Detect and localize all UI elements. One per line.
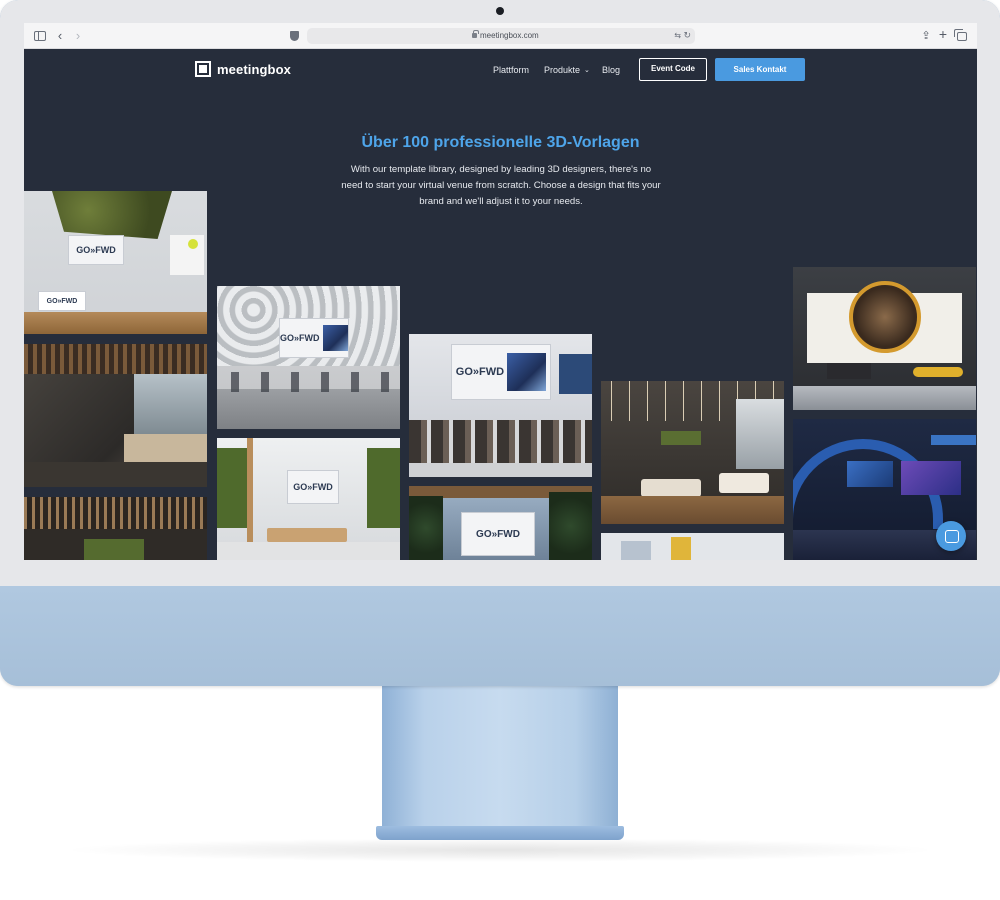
template-tile[interactable] xyxy=(601,381,784,524)
wooden-floor xyxy=(601,496,784,524)
shield-icon[interactable] xyxy=(290,31,299,41)
screen-photo xyxy=(507,353,547,391)
seats xyxy=(409,463,592,477)
template-tile[interactable]: GO»FWD xyxy=(409,486,592,560)
brand-text: GO»FWD xyxy=(76,244,116,255)
wooden-slats xyxy=(24,497,207,529)
meeting-screen: GO»FWD xyxy=(287,470,339,504)
template-tile[interactable] xyxy=(24,344,207,487)
booth-panel xyxy=(621,541,651,560)
round-screen xyxy=(849,281,921,353)
wooden-floor xyxy=(24,312,207,334)
tree xyxy=(409,496,443,560)
new-tab-icon[interactable]: + xyxy=(937,27,949,41)
logo[interactable]: meetingbox xyxy=(195,60,291,78)
logo-text: meetingbox xyxy=(217,61,291,77)
chevron-down-icon: ⌄ xyxy=(584,67,590,74)
hero-description: With our template library, designed by l… xyxy=(341,164,661,207)
booth-panel xyxy=(671,537,691,560)
nav-link-produkte-label: Produkte xyxy=(544,65,581,75)
counter xyxy=(827,363,871,379)
monitor-chin xyxy=(0,586,1000,686)
audience xyxy=(217,372,400,392)
logo-icon xyxy=(195,61,211,77)
back-icon[interactable]: ‹ xyxy=(54,29,66,43)
brand-text: GO»FWD xyxy=(46,297,78,305)
browser-window: ‹ › meetingbox.com ⇆ ↻ ⇪ + meetingbox Pl… xyxy=(24,23,977,560)
sales-contact-button[interactable]: Sales Kontakt xyxy=(715,58,805,81)
display-screen xyxy=(847,461,893,487)
logo-wall xyxy=(170,235,204,275)
template-tile[interactable] xyxy=(24,497,207,560)
chat-icon[interactable] xyxy=(936,521,966,551)
nav-link-produkte[interactable]: Produkte ⌄ xyxy=(544,64,590,78)
reload-icon[interactable]: ↻ xyxy=(683,29,691,42)
template-tile[interactable]: GO»FWD GO»FWD xyxy=(24,191,207,334)
green-counter xyxy=(661,431,701,445)
wooden-slats xyxy=(24,344,207,374)
nav-link-blog[interactable]: Blog xyxy=(602,64,620,76)
stage-screen: GO»FWD xyxy=(279,318,349,358)
meeting-table xyxy=(267,528,347,542)
outdoor-screen: GO»FWD xyxy=(461,512,535,556)
nav-link-plattform[interactable]: Plattform xyxy=(493,64,529,76)
green-wall-panel xyxy=(52,191,172,239)
share-icon[interactable]: ⇪ xyxy=(920,29,932,43)
screen-photo xyxy=(322,324,348,352)
monitor-stand xyxy=(382,686,618,828)
brand-text: GO»FWD xyxy=(293,481,333,492)
address-bar[interactable]: meetingbox.com ⇆ ↻ xyxy=(307,28,695,44)
seats xyxy=(913,367,963,377)
floor xyxy=(217,542,400,560)
window xyxy=(736,399,784,469)
green-counter xyxy=(84,539,144,560)
green-wall xyxy=(217,448,247,528)
camera xyxy=(496,7,504,15)
display-screen xyxy=(901,461,961,495)
reception-desk: GO»FWD xyxy=(38,291,86,311)
floor xyxy=(217,389,400,429)
event-code-button[interactable]: Event Code xyxy=(639,58,707,81)
template-tile[interactable] xyxy=(793,267,976,410)
url-text: meetingbox.com xyxy=(480,31,539,40)
side-panel xyxy=(559,354,592,394)
template-tile[interactable] xyxy=(601,533,784,560)
window xyxy=(134,374,207,434)
browser-toolbar: ‹ › meetingbox.com ⇆ ↻ ⇪ + xyxy=(24,23,977,49)
bar-counter xyxy=(124,434,207,462)
translate-icon[interactable]: ⇆ xyxy=(674,30,681,42)
tabs-icon[interactable] xyxy=(954,29,967,41)
booth-screen: GO»FWD xyxy=(68,235,124,265)
imac-monitor: ‹ › meetingbox.com ⇆ ↻ ⇪ + meetingbox Pl… xyxy=(0,0,1000,686)
template-tile[interactable]: GO»FWD xyxy=(409,334,592,477)
tree xyxy=(549,492,592,560)
stand-shadow xyxy=(60,838,940,862)
conference-screen: GO»FWD xyxy=(451,344,551,400)
site-header: meetingbox Plattform Produkte ⌄ Blog Even… xyxy=(24,49,977,93)
brand-text: GO»FWD xyxy=(280,332,320,343)
green-wall xyxy=(367,448,400,528)
hero-title: Über 100 professionelle 3D-Vorlagen xyxy=(361,134,640,151)
monitor-stand-base xyxy=(376,826,624,840)
audience xyxy=(409,420,592,464)
lock-icon xyxy=(472,30,479,38)
floor xyxy=(793,386,976,410)
brand-text: GO»FWD xyxy=(476,528,520,540)
template-tile[interactable]: GO»FWD xyxy=(217,438,400,560)
sofa xyxy=(719,473,769,493)
sidebar-icon[interactable] xyxy=(34,31,46,41)
brand-text: GO»FWD xyxy=(455,365,505,378)
green-dot xyxy=(188,239,198,249)
sofa xyxy=(641,479,701,497)
forward-icon[interactable]: › xyxy=(72,29,84,43)
floor xyxy=(24,462,207,487)
template-tile[interactable]: GO»FWD xyxy=(217,286,400,429)
label-panel xyxy=(931,435,976,445)
